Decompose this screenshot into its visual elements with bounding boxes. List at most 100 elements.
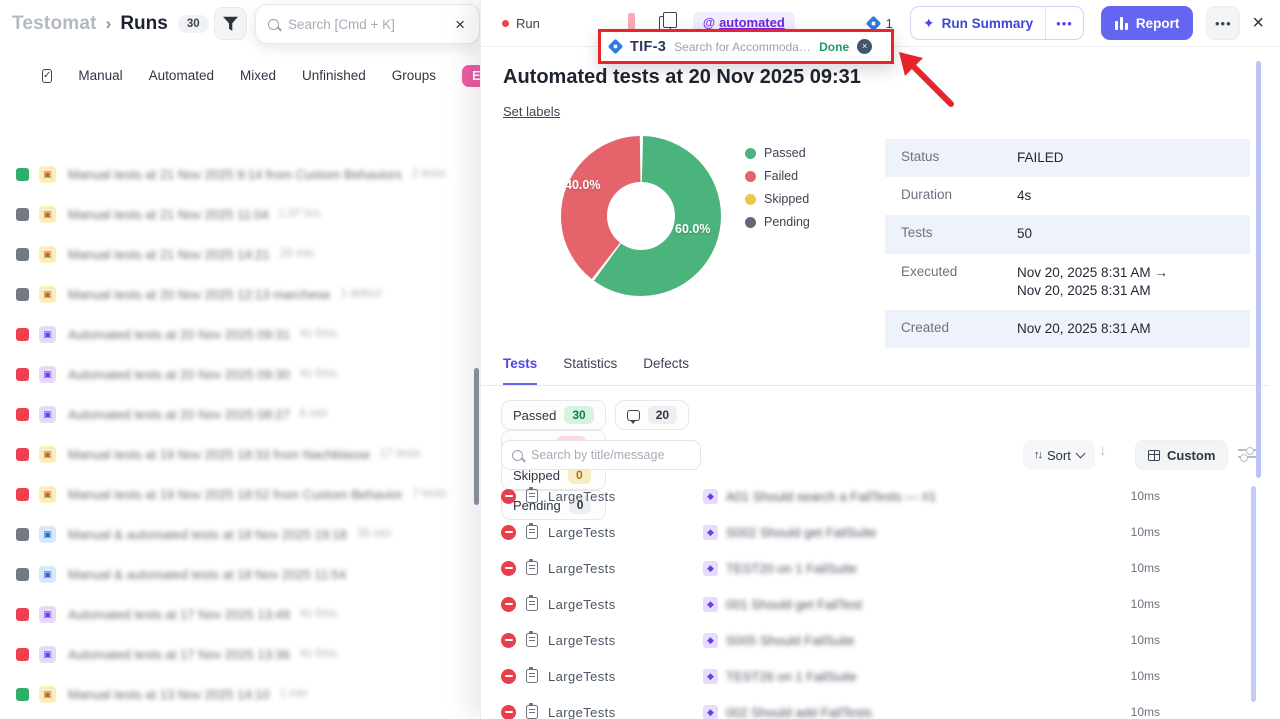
runs-filter-tab[interactable]: Automated <box>149 68 214 83</box>
run-list-item[interactable]: ▣ Automated tests at 20 Nov 2025 09:31 4… <box>0 314 480 354</box>
left-scrollbar-thumb[interactable] <box>474 368 479 505</box>
jira-issue-key[interactable]: TIF-3 <box>630 39 666 55</box>
run-title: Manual & automated tests at 18 Nov 2025 … <box>68 567 346 582</box>
run-summary-label: Run Summary <box>942 16 1034 31</box>
breadcrumb-page[interactable]: Runs <box>120 13 168 35</box>
test-list-scrollbar-thumb[interactable] <box>1251 486 1256 702</box>
test-name[interactable]: S002 Should get FailSuite <box>726 525 876 540</box>
comments-chip[interactable]: 20 <box>615 400 689 430</box>
test-name[interactable]: 002 Should add FailTests <box>726 705 872 719</box>
runs-filter-tab[interactable]: Manual <box>78 68 122 83</box>
breadcrumb-app[interactable]: Testomat <box>12 13 97 35</box>
jira-issue-popup[interactable]: TIF-3 Search for Accommodat... Done × <box>598 29 894 64</box>
run-title: Manual tests at 13 Nov 2025 14:10 <box>68 687 270 702</box>
test-list-tools: Search by title/message ↑↓ Sort ↓ Custom <box>501 440 1260 470</box>
checklist-icon[interactable]: ✓ <box>42 69 52 83</box>
runs-filter-tab[interactable]: Unfinished <box>302 68 366 83</box>
test-name[interactable]: TEST20 on 1 FailSuite <box>726 561 857 576</box>
suite-name[interactable]: LargeTests <box>548 669 648 684</box>
test-row[interactable]: LargeTests ◆ TEST26 on 1 FailSuite 10ms <box>481 658 1268 694</box>
copy-icon[interactable] <box>659 16 671 30</box>
panel-more-button[interactable]: ••• <box>1206 6 1240 40</box>
run-source-icon: ▣ <box>39 526 56 543</box>
failed-percent-label: 40.0% <box>565 178 600 192</box>
test-row[interactable]: LargeTests ◆ S005 Should FailSuite 10ms <box>481 622 1268 658</box>
run-title: Manual tests at 21 Nov 2025 9:14 from Cu… <box>68 167 402 182</box>
test-name[interactable]: A01 Should search a FailTests — #1 <box>726 489 936 504</box>
status-chip[interactable]: Passed 30 <box>501 400 606 430</box>
search-close-icon[interactable]: × <box>455 16 467 33</box>
run-list-item[interactable]: ▣ Manual tests at 21 Nov 2025 9:14 from … <box>0 154 480 194</box>
suite-name[interactable]: LargeTests <box>548 489 648 504</box>
run-list-item[interactable]: ▣ Automated tests at 17 Nov 2025 13:49 4… <box>0 594 480 634</box>
test-row[interactable]: LargeTests ◆ A01 Should search a FailTes… <box>481 478 1268 514</box>
run-list-item[interactable]: ▣ Manual tests at 19 Nov 2025 18:52 from… <box>0 474 480 514</box>
legend-item: Passed <box>745 146 810 160</box>
filter-settings-button[interactable] <box>1238 444 1256 464</box>
suite-name[interactable]: LargeTests <box>548 525 648 540</box>
sort-button[interactable]: ↑↓ Sort <box>1023 440 1095 470</box>
detail-tab[interactable]: Defects <box>643 356 689 385</box>
run-status-dot <box>502 20 509 27</box>
run-list-item[interactable]: ▣ Manual & automated tests at 18 Nov 202… <box>0 554 480 594</box>
test-row[interactable]: LargeTests ◆ 002 Should add FailTests 10… <box>481 694 1268 719</box>
failed-test-icon <box>501 633 516 648</box>
donut-svg <box>557 130 733 302</box>
test-duration: 10ms <box>1131 705 1160 719</box>
test-name[interactable]: S005 Should FailSuite <box>726 633 855 648</box>
run-source-icon: ▣ <box>39 446 56 463</box>
run-list-item[interactable]: ▣ Manual tests at 21 Nov 2025 14:21 29 m… <box>0 234 480 274</box>
run-list-item[interactable]: ▣ Manual tests at 13 Nov 2025 14:10 1 mi… <box>0 674 480 714</box>
panel-scrollbar-thumb[interactable] <box>1256 61 1261 478</box>
table-grid-icon <box>1148 450 1160 461</box>
run-source-icon: ▣ <box>39 646 56 663</box>
test-name[interactable]: TEST26 on 1 FailSuite <box>726 669 857 684</box>
run-list-item[interactable]: ▣ Manual tests at 19 Nov 2025 18:33 from… <box>0 434 480 474</box>
detail-tab[interactable]: Tests <box>503 356 537 385</box>
run-list-item[interactable]: ▣ Automated tests at 17 Nov 2025 13:36 4… <box>0 634 480 674</box>
run-meta: 4s 5ms <box>300 368 337 380</box>
sort-label: Sort <box>1047 448 1071 463</box>
failed-test-icon <box>501 489 516 504</box>
suite-name[interactable]: LargeTests <box>548 561 648 576</box>
failed-test-icon <box>501 561 516 576</box>
search-icon <box>512 450 523 461</box>
run-meta: 7 tests <box>413 488 447 500</box>
chip-count-badge: 30 <box>564 406 593 424</box>
run-list-item[interactable]: ▣ Automated tests at 20 Nov 2025 09:30 4… <box>0 354 480 394</box>
suite-name[interactable]: LargeTests <box>548 633 648 648</box>
panel-close-icon[interactable]: × <box>1252 13 1264 33</box>
test-search-input[interactable]: Search by title/message <box>501 440 701 470</box>
failed-test-icon <box>501 597 516 612</box>
info-value: Nov 20, 2025 8:31 AM <box>1017 320 1151 338</box>
run-list-item[interactable]: ▣ Manual tests at 21 Nov 2025 11:04 1.07… <box>0 194 480 234</box>
runs-filter-tabs: ✓ ManualAutomatedMixedUnfinishedGroupsEs… <box>0 60 480 92</box>
test-search-placeholder: Search by title/message <box>531 448 664 462</box>
test-row[interactable]: LargeTests ◆ 001 Should get FailTest 10m… <box>481 586 1268 622</box>
detail-tab[interactable]: Statistics <box>563 356 617 385</box>
annotation-arrow <box>881 42 1011 122</box>
report-button[interactable]: Report <box>1101 6 1194 40</box>
test-row[interactable]: LargeTests ◆ S002 Should get FailSuite 1… <box>481 514 1268 550</box>
suite-name[interactable]: LargeTests <box>548 597 648 612</box>
run-status-icon <box>16 408 29 421</box>
run-summary-button[interactable]: ✦ Run Summary <box>911 7 1045 39</box>
custom-columns-button[interactable]: Custom <box>1135 440 1228 470</box>
sort-direction-button[interactable]: ↓ <box>1099 442 1107 459</box>
run-list-item[interactable]: ▣ Manual & automated tests at 18 Nov 202… <box>0 514 480 554</box>
global-search[interactable]: Search [Cmd + K] × <box>255 4 480 44</box>
test-row[interactable]: LargeTests ◆ TEST20 on 1 FailSuite 10ms <box>481 550 1268 586</box>
suite-name[interactable]: LargeTests <box>548 705 648 719</box>
jira-issue-remove-icon[interactable]: × <box>857 39 872 54</box>
set-labels-link[interactable]: Set labels <box>503 104 560 119</box>
runs-filter-tab[interactable]: Mixed <box>240 68 276 83</box>
run-list-item[interactable]: ▣ Automated tests at 20 Nov 2025 08:27 6… <box>0 394 480 434</box>
run-list-item[interactable]: ▣ Manual tests at 20 Nov 2025 12:13 marc… <box>0 274 480 314</box>
filter-button[interactable] <box>214 7 247 40</box>
run-summary-more-button[interactable]: ••• <box>1045 7 1083 39</box>
runs-filter-tab[interactable]: Groups <box>392 68 436 83</box>
run-meta: 2 tests <box>412 168 446 180</box>
sliders-icon <box>1238 449 1256 451</box>
test-name[interactable]: 001 Should get FailTest <box>726 597 862 612</box>
test-tag-icon: ◆ <box>703 597 718 612</box>
